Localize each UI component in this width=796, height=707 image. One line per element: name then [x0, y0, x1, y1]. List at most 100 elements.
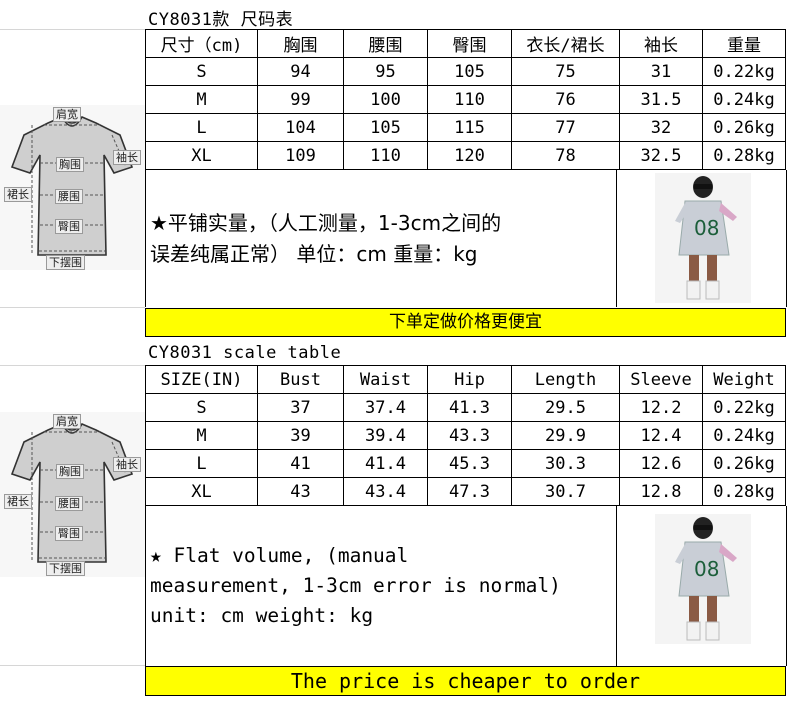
table-cell: 29.5: [511, 393, 620, 422]
table-cell: 12.2: [619, 393, 703, 422]
table-cell: 41.4: [343, 449, 428, 478]
sleeve-label: 袖长: [113, 150, 141, 165]
chest-label: 胸围: [56, 464, 84, 479]
table-cell: 43: [257, 477, 344, 506]
length-label: 裙长: [4, 187, 32, 202]
table-cell: L: [145, 113, 258, 142]
table-cell: 41: [257, 449, 344, 478]
table-row: S 94 95 105 75 31 0.22kg: [145, 57, 786, 86]
model-photo: 08: [655, 514, 751, 644]
header-cell: 尺寸（cm): [145, 29, 258, 58]
table-cell: M: [145, 85, 258, 114]
note-line: ★平铺实量，（人工测量，1-3cm之间的: [150, 211, 502, 235]
table-cell: 31: [619, 57, 703, 86]
table-cell: 95: [343, 57, 428, 86]
table-row: L 104 105 115 77 32 0.26kg: [145, 113, 786, 142]
table-row: XL 109 110 120 78 32.5 0.28kg: [145, 141, 786, 170]
shoulder-label: 肩宽: [53, 107, 81, 122]
note-line: unit: cm weight: kg: [150, 604, 374, 627]
header-cell: Sleeve: [619, 365, 703, 394]
header-cell: Bust: [257, 365, 344, 394]
header-cell: Hip: [427, 365, 512, 394]
table-cell: 37.4: [343, 393, 428, 422]
measurement-note: ★ Flat volume, (manual measurement, 1-3c…: [150, 541, 561, 631]
grid-line: [0, 307, 145, 308]
length-label: 裙长: [4, 494, 32, 509]
table-cell: L: [145, 449, 258, 478]
waist-label: 腰围: [55, 189, 83, 204]
table-cell: 32: [619, 113, 703, 142]
table-cell: 110: [343, 141, 428, 170]
table-cell: 115: [427, 113, 512, 142]
svg-text:08: 08: [694, 557, 719, 581]
table-cell: 77: [511, 113, 620, 142]
note-line: 误差纯属正常） 单位：cm 重量：kg: [150, 242, 478, 266]
table-cell: S: [145, 57, 258, 86]
header-cell: 臀围: [427, 29, 512, 58]
table-cell: 12.6: [619, 449, 703, 478]
table-cell: S: [145, 393, 258, 422]
table-cell: 30.3: [511, 449, 620, 478]
order-banner: The price is cheaper to order: [145, 666, 786, 696]
table-cell: 41.3: [427, 393, 512, 422]
svg-text:08: 08: [694, 216, 719, 240]
measurement-note-box: ★ Flat volume, (manual measurement, 1-3c…: [145, 506, 617, 666]
table-cell: 0.26kg: [702, 449, 786, 478]
table-cell: 105: [427, 57, 512, 86]
header-cell: 袖长: [619, 29, 703, 58]
header-cell: 重量: [702, 29, 786, 58]
table-cell: 31.5: [619, 85, 703, 114]
header-cell: 衣长/裙长: [511, 29, 620, 58]
header-cell: 胸围: [257, 29, 344, 58]
table-row: S 37 37.4 41.3 29.5 12.2 0.22kg: [145, 393, 786, 422]
header-cell: Weight: [702, 365, 786, 394]
hem-label: 下摆围: [46, 561, 85, 576]
table-cell: 109: [257, 141, 344, 170]
table-cell: 104: [257, 113, 344, 142]
size-chart-en: CY8031 scale table 肩宽 袖长 胸围 裙长 腰围 臀围 下摆围…: [0, 342, 796, 707]
table-cell: 0.22kg: [702, 393, 786, 422]
table-cell: M: [145, 421, 258, 450]
table-header-row: 尺寸（cm) 胸围 腰围 臀围 衣长/裙长 袖长 重量: [145, 29, 786, 58]
grid-line: [0, 665, 145, 666]
table-cell: 39: [257, 421, 344, 450]
model-photo: 08: [655, 173, 751, 303]
sleeve-label: 袖长: [113, 457, 141, 472]
table-header-row: SIZE(IN) Bust Waist Hip Length Sleeve We…: [145, 365, 786, 394]
product-photo-box: 08: [615, 170, 787, 307]
table-cell: 0.24kg: [702, 421, 786, 450]
table-cell: 78: [511, 141, 620, 170]
table-row: M 99 100 110 76 31.5 0.24kg: [145, 85, 786, 114]
waist-label: 腰围: [55, 496, 83, 511]
table-cell: 32.5: [619, 141, 703, 170]
table-row: L 41 41.4 45.3 30.3 12.6 0.26kg: [145, 449, 786, 478]
order-banner: 下单定做价格更便宜: [145, 308, 786, 337]
table-cell: 76: [511, 85, 620, 114]
table-cell: 105: [343, 113, 428, 142]
table-cell: 39.4: [343, 421, 428, 450]
measurement-note-box: ★平铺实量，（人工测量，1-3cm之间的 误差纯属正常） 单位：cm 重量：kg: [145, 170, 617, 307]
note-line: ★ Flat volume, (manual: [150, 544, 409, 567]
hem-label: 下摆围: [46, 255, 85, 270]
table-cell: 0.28kg: [702, 141, 786, 170]
shoulder-label: 肩宽: [53, 414, 81, 429]
table-cell: 12.4: [619, 421, 703, 450]
table-cell: 0.22kg: [702, 57, 786, 86]
table-cell: 99: [257, 85, 344, 114]
table-cell: 0.24kg: [702, 85, 786, 114]
header-cell: Length: [511, 365, 620, 394]
table-cell: 100: [343, 85, 428, 114]
grid-line: [0, 29, 145, 30]
table-cell: 30.7: [511, 477, 620, 506]
header-cell: 腰围: [343, 29, 428, 58]
header-cell: SIZE(IN): [145, 365, 258, 394]
table-cell: XL: [145, 141, 258, 170]
chart-title: CY8031 scale table: [148, 343, 342, 363]
table-cell: 43.3: [427, 421, 512, 450]
table-cell: 0.26kg: [702, 113, 786, 142]
table-cell: 12.8: [619, 477, 703, 506]
hip-label: 臀围: [55, 526, 83, 541]
grid-line: [0, 365, 145, 366]
table-cell: XL: [145, 477, 258, 506]
table-cell: 43.4: [343, 477, 428, 506]
